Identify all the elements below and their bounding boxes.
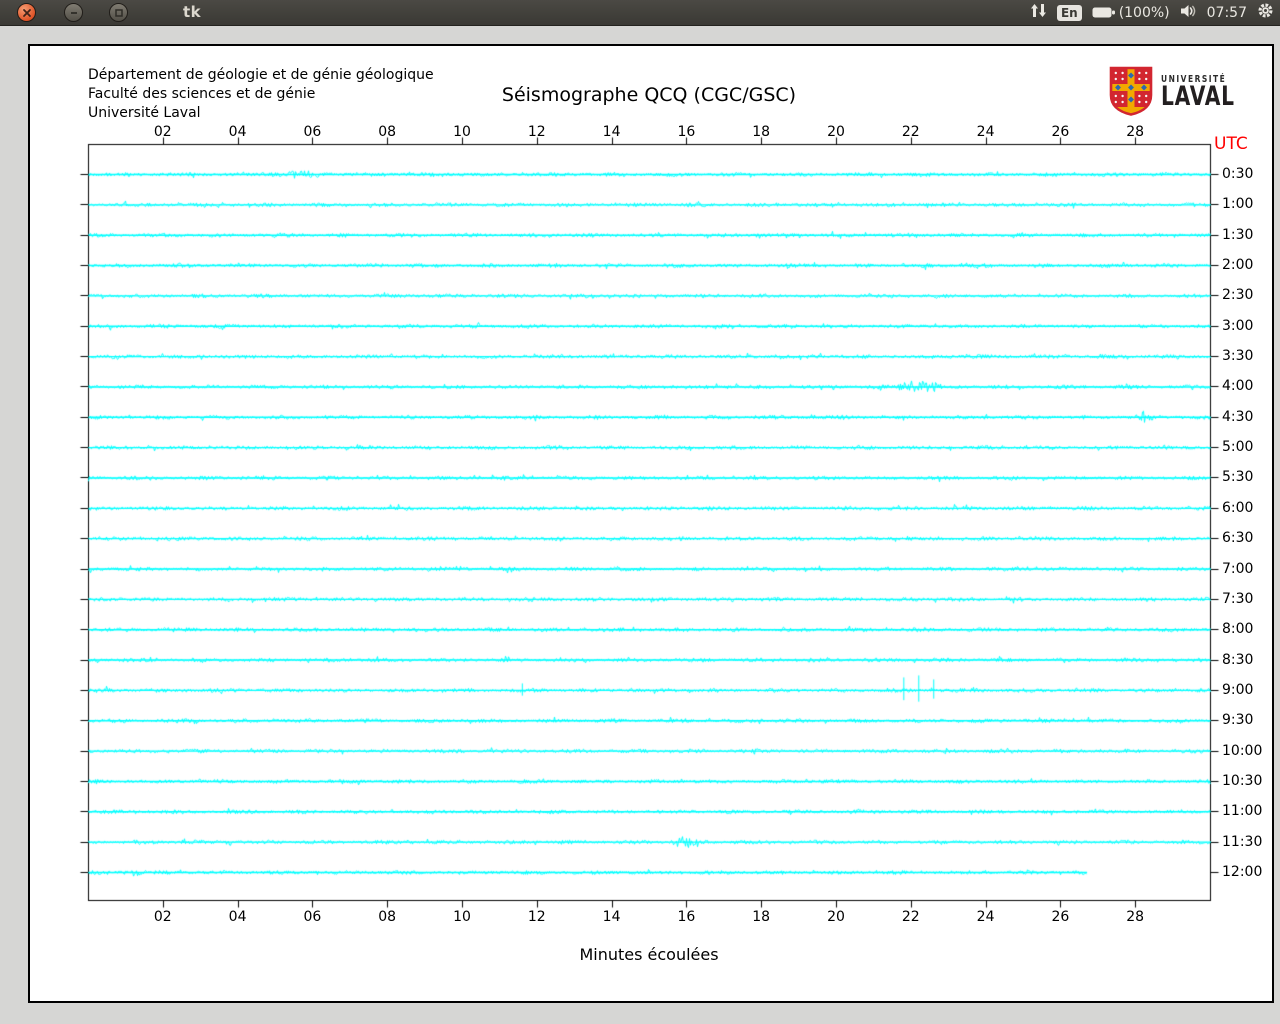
x-tick-label-bottom: 28 [1126,909,1145,925]
network-indicator[interactable] [1030,3,1047,22]
trace-time-label: 9:30 [1222,712,1254,729]
x-tick-label-top: 20 [827,124,845,140]
x-tick-label-top: 14 [602,124,621,140]
battery-percentage: (100%) [1118,4,1170,21]
x-tick-label-top: 10 [453,124,471,140]
maximize-button[interactable] [109,3,128,22]
x-tick-label-bottom: 26 [1051,909,1070,925]
laval-logo: UNIVERSITÉ LAVAL [1108,66,1259,116]
trace-time-label: 11:30 [1222,833,1263,850]
seismogram-canvas [28,44,1274,1003]
trace-time-label: 8:00 [1222,621,1254,638]
chart-title: Séismographe QCQ (CGC/GSC) [501,84,797,106]
x-tick-label-bottom: 24 [976,909,995,925]
x-tick-label-bottom: 02 [153,909,172,925]
battery-indicator[interactable]: (100%) [1092,5,1170,21]
x-tick-label-top: 24 [976,124,995,140]
trace-time-label: 4:00 [1222,378,1254,395]
trace-time-label: 10:00 [1222,742,1263,759]
x-tick-label-bottom: 20 [827,909,845,925]
x-tick-label-bottom: 08 [378,909,397,925]
trace-time-label: 1:30 [1222,226,1254,243]
x-tick-label-top: 22 [901,124,920,140]
x-tick-label-bottom: 10 [453,909,471,925]
trace-time-label: 11:00 [1222,803,1263,820]
trace-time-label: 8:30 [1222,651,1254,668]
x-tick-label-bottom: 14 [602,909,621,925]
session-menu[interactable] [1257,2,1274,23]
maximize-icon [114,8,123,17]
x-tick-label-top: 12 [527,124,546,140]
logo-laval-text: LAVAL [1161,80,1235,112]
x-tick-label-bottom: 06 [303,909,322,925]
x-axis-title: Minutes écoulées [579,945,719,964]
trace-time-label: 5:30 [1222,469,1254,486]
trace-time-label: 5:00 [1222,439,1254,456]
x-tick-label-top: 16 [677,124,696,140]
trace-time-label: 2:00 [1222,257,1254,274]
screen: { "titlebar": { "title": "tk", "keyboard… [0,0,1280,1024]
battery-icon [1092,7,1115,18]
x-tick-label-top: 26 [1051,124,1070,140]
x-tick-label-bottom: 22 [901,909,920,925]
speaker-icon [1180,4,1195,17]
minimize-button[interactable] [64,3,83,22]
minimize-icon [70,11,77,14]
trace-time-label: 0:30 [1222,166,1254,182]
volume-indicator[interactable] [1180,4,1197,22]
x-tick-label-top: 04 [228,124,247,140]
trace-time-label: 12:00 [1222,864,1263,880]
close-icon [22,8,31,17]
x-tick-label-top: 06 [303,124,322,140]
x-tick-label-top: 28 [1126,124,1145,140]
system-tray: En (100%) 07:57 [1030,0,1274,25]
x-tick-label-top: 08 [378,124,397,140]
trace-time-label: 3:00 [1222,317,1254,334]
network-arrows-icon [1030,4,1046,17]
header-line-1: Département de géologie et de génie géol… [88,67,434,83]
trace-time-label: 1:00 [1222,196,1254,213]
trace-time-label: 7:00 [1222,560,1254,577]
x-tick-label-bottom: 04 [228,909,247,925]
laval-shield-icon [1109,66,1153,116]
x-tick-label-bottom: 16 [677,909,696,925]
seismograph-window: Département de géologie et de génie géol… [28,44,1274,1003]
trace-time-label: 3:30 [1222,348,1254,365]
close-button[interactable] [17,3,36,22]
x-tick-label-top: 02 [153,124,172,140]
gear-icon [1258,3,1273,18]
clock[interactable]: 07:57 [1207,5,1247,21]
keyboard-layout-indicator[interactable]: En [1056,4,1082,21]
x-tick-label-top: 18 [752,124,771,140]
trace-time-label: 6:30 [1222,530,1254,547]
x-tick-label-bottom: 18 [752,909,771,925]
header-line-3: Université Laval [88,105,201,121]
titlebar: tk En (100%) 07:57 [0,0,1280,26]
trace-time-label: 4:30 [1222,408,1254,425]
utc-axis-label: UTC [1214,134,1248,154]
trace-time-label: 6:00 [1222,499,1254,516]
trace-time-label: 7:30 [1222,590,1254,607]
laval-logo-text: UNIVERSITÉ LAVAL [1161,74,1235,112]
x-tick-label-bottom: 12 [527,909,546,925]
trace-time-label: 9:00 [1222,681,1254,698]
trace-time-label: 10:30 [1222,772,1263,789]
window-title: tk [183,3,202,21]
trace-time-label: 2:30 [1222,287,1254,304]
